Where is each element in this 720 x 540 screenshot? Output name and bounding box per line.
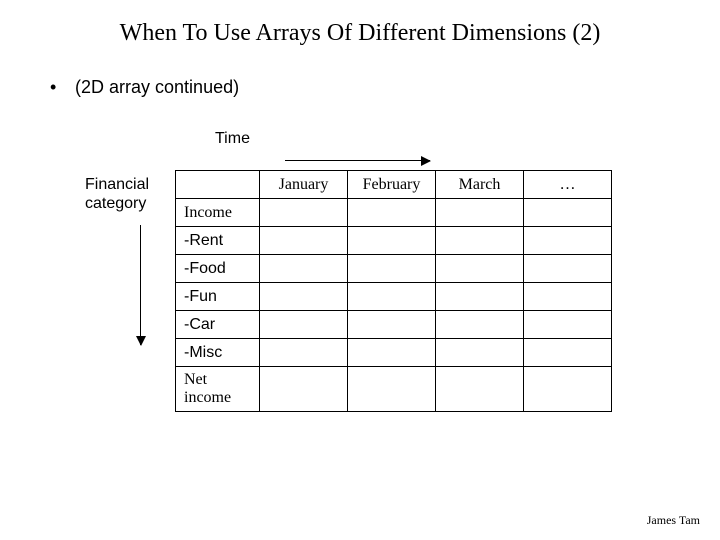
row-label: -Rent	[176, 227, 260, 255]
table-corner	[176, 171, 260, 199]
category-arrow	[140, 225, 141, 345]
financial-category-axis-label: Financialcategory	[85, 175, 149, 213]
cell	[260, 227, 348, 255]
row-label: -Fun	[176, 283, 260, 311]
time-arrow	[285, 160, 430, 161]
cell	[436, 311, 524, 339]
cell	[348, 283, 436, 311]
cell	[524, 367, 612, 412]
cell	[436, 255, 524, 283]
cell	[524, 199, 612, 227]
cell	[348, 367, 436, 412]
cell	[436, 367, 524, 412]
cell	[260, 339, 348, 367]
cell	[260, 311, 348, 339]
col-header: …	[524, 171, 612, 199]
row-label: -Food	[176, 255, 260, 283]
col-header: January	[260, 171, 348, 199]
cell	[348, 339, 436, 367]
cell	[260, 255, 348, 283]
cell	[436, 227, 524, 255]
bullet-marker: •	[50, 77, 70, 98]
cell	[524, 311, 612, 339]
author-credit: James Tam	[647, 513, 700, 528]
cell	[436, 283, 524, 311]
cell	[260, 367, 348, 412]
cell	[436, 199, 524, 227]
cell	[348, 255, 436, 283]
cell	[524, 283, 612, 311]
row-label: Net income	[176, 367, 260, 412]
page-title: When To Use Arrays Of Different Dimensio…	[0, 0, 720, 57]
col-header: March	[436, 171, 524, 199]
cell	[524, 227, 612, 255]
row-label: Income	[176, 199, 260, 227]
cell	[348, 199, 436, 227]
time-axis-label: Time	[215, 130, 250, 148]
cell	[436, 339, 524, 367]
cell	[524, 339, 612, 367]
cell	[260, 283, 348, 311]
cell	[348, 227, 436, 255]
cell	[524, 255, 612, 283]
bullet-item: • (2D array continued)	[50, 77, 720, 98]
cell	[348, 311, 436, 339]
finance-table: January February March … Income -Rent -F…	[175, 170, 612, 412]
row-label: -Misc	[176, 339, 260, 367]
row-label: -Car	[176, 311, 260, 339]
cell	[260, 199, 348, 227]
col-header: February	[348, 171, 436, 199]
bullet-text: (2D array continued)	[75, 77, 239, 97]
